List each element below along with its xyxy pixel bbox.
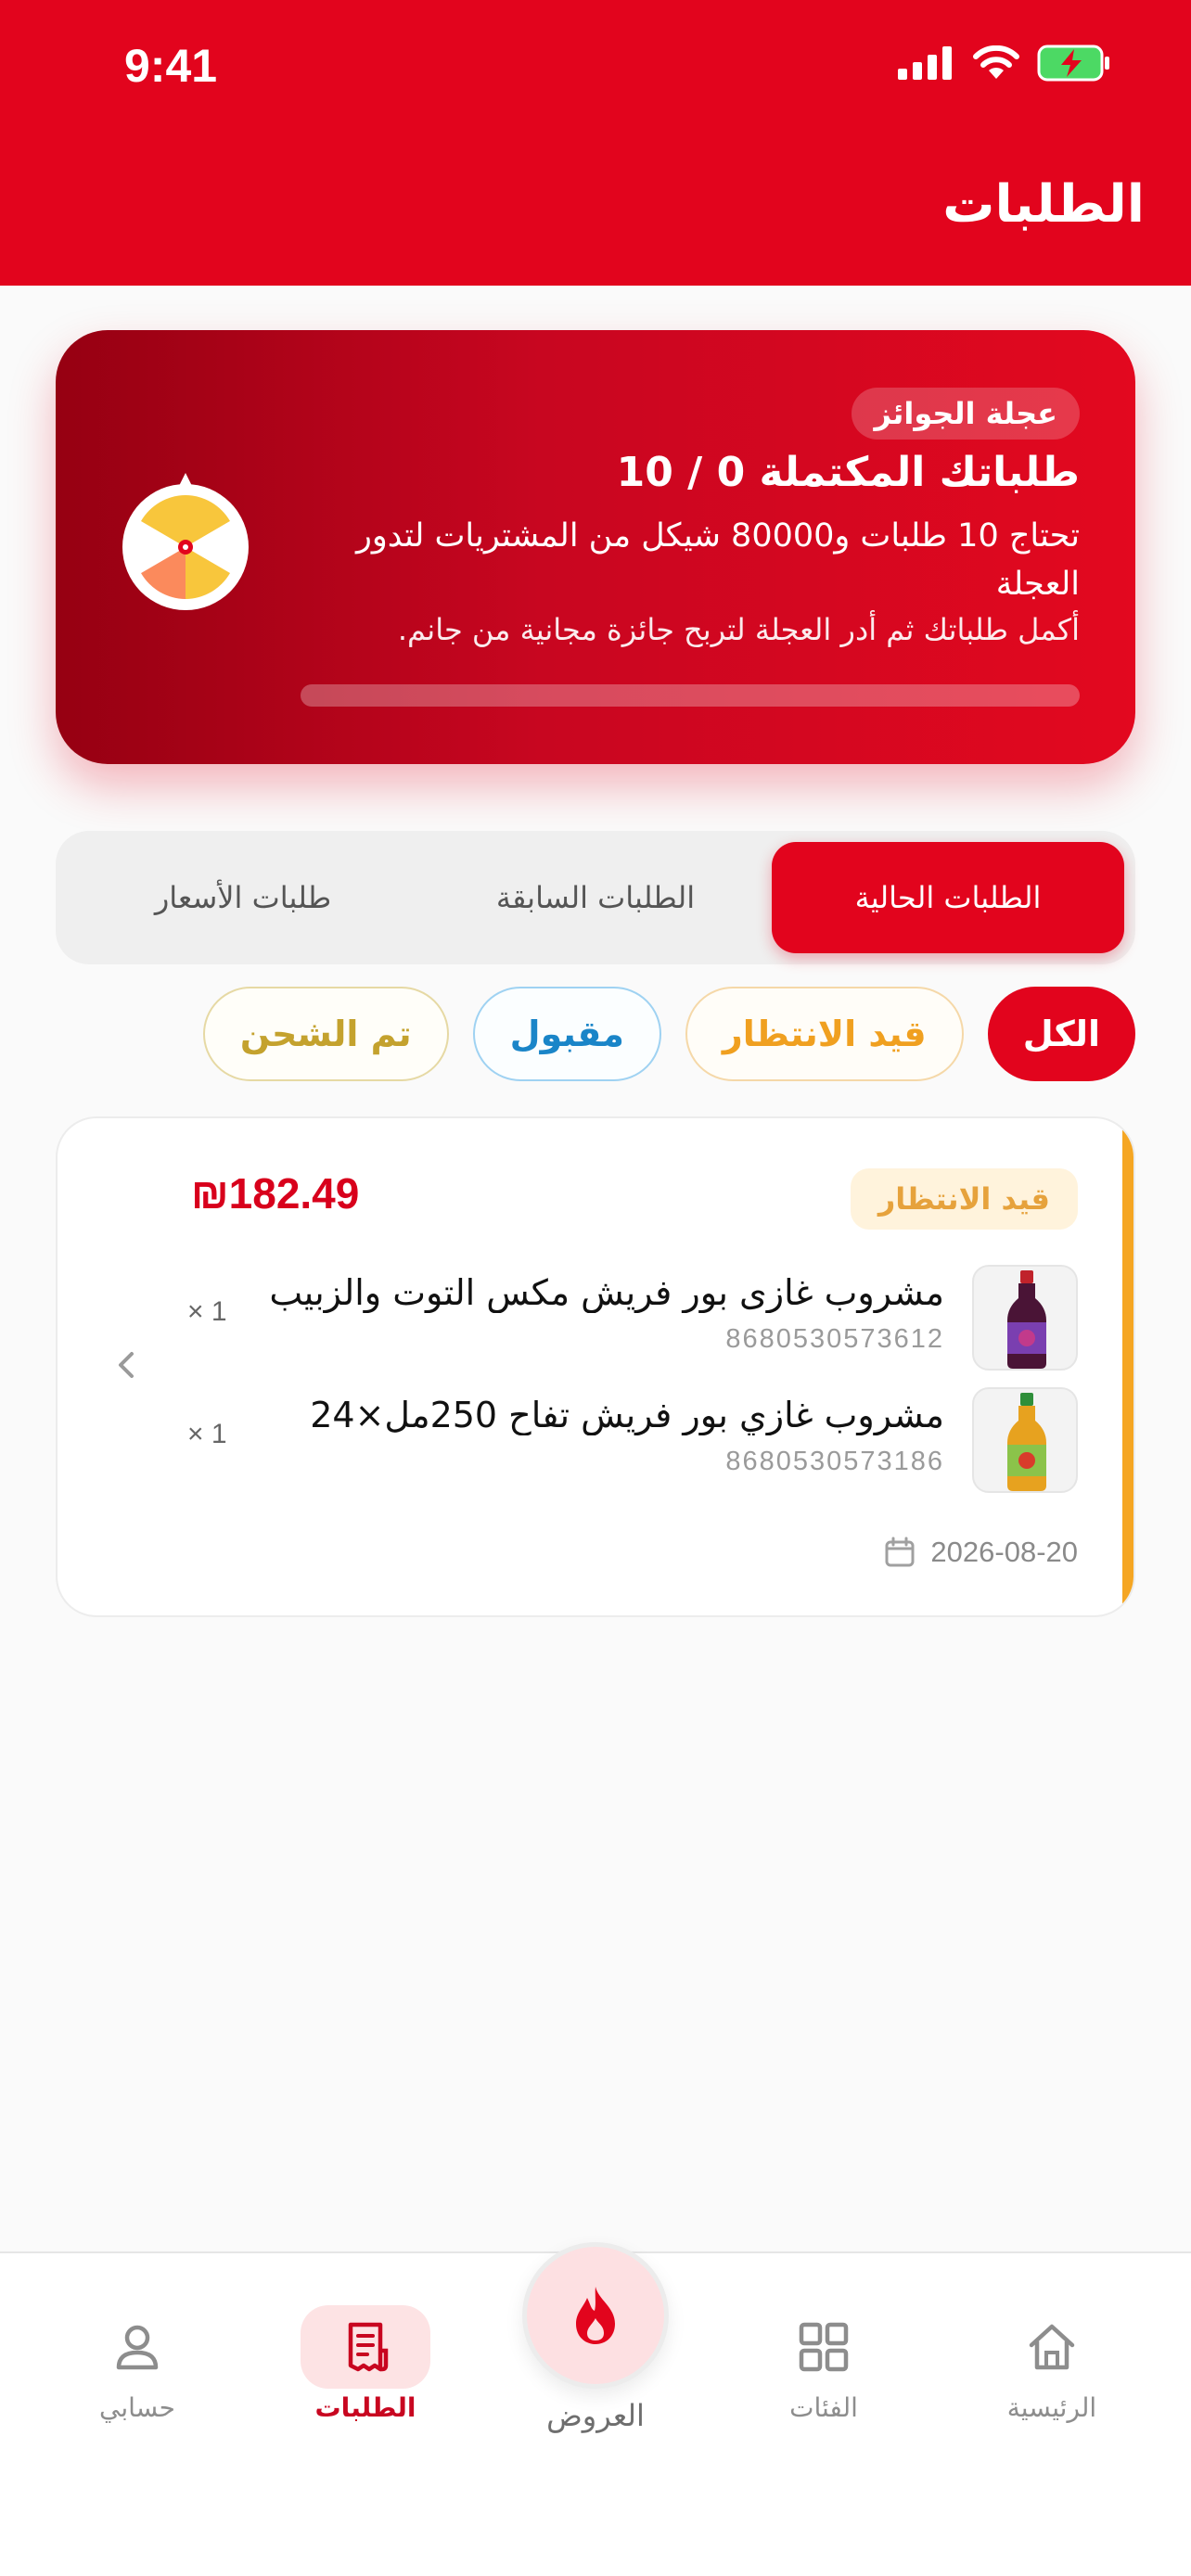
order-card[interactable]: قيد الانتظار ₪182.49 مشروب غازى بور فريش… (56, 1116, 1135, 1617)
nav-categories[interactable]: الفئات (749, 2305, 898, 2423)
battery-charging-icon (1037, 45, 1109, 82)
app-header: 9:41 الطلبات (0, 0, 1191, 286)
nav-label: الطلبات (314, 2392, 416, 2423)
filter-pending[interactable]: قيد الانتظار (685, 987, 964, 1081)
product-image (972, 1265, 1078, 1371)
tab-current-orders[interactable]: الطلبات الحالية (772, 842, 1124, 953)
filter-all[interactable]: الكل (987, 987, 1135, 1081)
order-item: مشروب غازي بور فريش تفاح 250مل×24 868053… (187, 1387, 1078, 1497)
bottle-icon (1007, 1393, 1046, 1491)
item-sku: 8680530573186 (725, 1447, 944, 1476)
item-sku: 8680530573612 (725, 1324, 944, 1354)
nav-account[interactable]: حسابي (63, 2305, 211, 2423)
wheel-progress-bar (301, 684, 1080, 707)
order-date-row: 2026-08-20 (884, 1536, 1078, 1569)
wifi-icon (973, 45, 1019, 79)
order-status-badge: قيد الانتظار (850, 1168, 1078, 1230)
bottom-nav: الرئيسية الفئات العروض الطلبات حسابي (0, 2242, 1191, 2576)
wheel-badge: عجلة الجوائز (852, 388, 1080, 440)
item-quantity: × 1 (187, 1419, 227, 1449)
page-title: الطلبات (942, 174, 1145, 235)
status-icons (898, 45, 1111, 82)
grid-icon (799, 2322, 849, 2372)
order-total: ₪182.49 (191, 1169, 360, 1218)
item-name: مشروب غازي بور فريش تفاح 250مل×24 (310, 1395, 944, 1435)
chevron-left-icon[interactable] (109, 1346, 147, 1384)
tab-price-requests[interactable]: طلبات الأسعار (67, 842, 419, 953)
offers-button[interactable] (522, 2242, 669, 2389)
order-item: مشروب غازى بور فريش مكس التوت والزبيب ..… (187, 1265, 1078, 1374)
calendar-icon (885, 1537, 915, 1567)
item-quantity: × 1 (187, 1296, 227, 1327)
order-date: 2026-08-20 (930, 1536, 1078, 1568)
user-icon (116, 2325, 159, 2370)
bottle-icon (1007, 1270, 1046, 1369)
item-name: مشروب غازى بور فريش مكس التوت والزبيب ..… (258, 1272, 944, 1313)
status-filters: الكل قيد الانتظار مقبول تم الشحن (202, 987, 1135, 1081)
offers-label: العروض (546, 2398, 645, 2433)
home-icon (1029, 2324, 1075, 2370)
wheel-description: تحتاج 10 طلبات و80000 شيكل من المشتريات … (355, 517, 1080, 603)
orders-tabs: الطلبات الحالية الطلبات السابقة طلبات ال… (56, 831, 1135, 964)
filter-accepted[interactable]: مقبول (472, 987, 661, 1081)
flame-icon (576, 2287, 615, 2344)
wheel-hint: أكمل طلباتك ثم أدر العجلة لتربح جائزة مج… (397, 612, 1080, 647)
filter-shipped[interactable]: تم الشحن (202, 987, 449, 1081)
nav-orders[interactable]: الطلبات (291, 2305, 440, 2423)
status-time: 9:41 (124, 40, 218, 92)
nav-label: الفئات (789, 2392, 858, 2423)
wheel-title: طلباتك المكتملة 0 / 10 (616, 449, 1080, 496)
prize-wheel-card[interactable]: عجلة الجوائز طلباتك المكتملة 0 / 10 تحتا… (56, 330, 1135, 764)
nav-label: حسابي (99, 2392, 175, 2423)
nav-home[interactable]: الرئيسية (978, 2305, 1126, 2423)
receipt-icon (348, 2322, 389, 2372)
nav-label: الرئيسية (1006, 2392, 1097, 2423)
product-image (972, 1387, 1078, 1493)
tab-previous-orders[interactable]: الطلبات السابقة (419, 842, 772, 953)
signal-icon (898, 46, 952, 80)
prize-wheel-icon (122, 473, 249, 610)
